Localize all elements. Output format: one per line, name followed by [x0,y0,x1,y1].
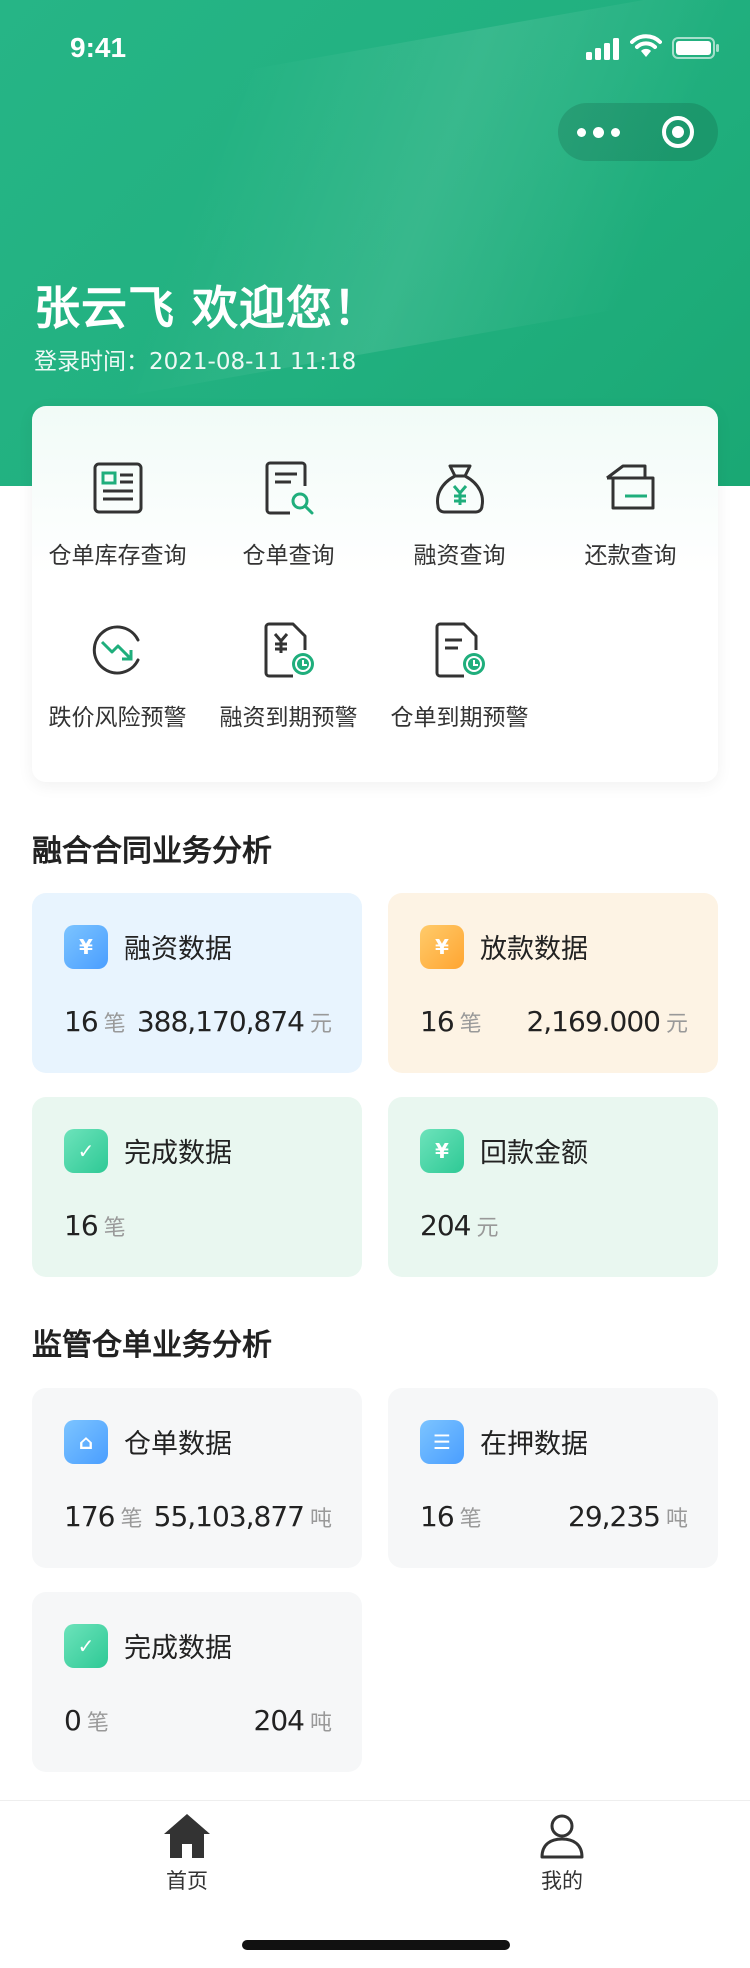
count-unit: 笔 [86,1711,109,1736]
payment-card-icon [605,464,654,510]
card-title: 完成数据 [124,1138,232,1169]
menu-item-label: 仓单查询 [242,543,335,569]
mini-program-capsule [558,103,718,161]
amount-value: 2,169.000 [526,1005,661,1038]
complete-check-icon: ✓ [64,1129,108,1173]
menu-item-price-risk-alert[interactable]: 跌价风险预警 [32,618,203,732]
menu-item-finance-due-alert[interactable]: 融资到期预警 [203,618,374,732]
menu-item-warehouse-inventory[interactable]: 仓单库存查询 [32,456,203,570]
count-value: 16 [420,1005,455,1038]
card-title: 仓单数据 [124,1429,232,1460]
signal-icon [586,38,619,60]
amount-unit: 吨 [309,1711,332,1736]
money-bag-icon [435,464,484,514]
menu-item-receipt-due-alert[interactable]: 仓单到期预警 [374,618,545,732]
stat-card-pledge[interactable]: ☰ 在押数据 16 笔 29,235 吨 [388,1388,718,1568]
finance-data-icon: ¥ [64,925,108,969]
home-icon [164,1814,210,1858]
card-title: 放款数据 [480,934,588,965]
count-value: 16 [64,1209,99,1242]
amount-value: 55,103,877 [153,1500,305,1533]
amount-value: 29,235 [568,1500,661,1533]
amount-unit: 吨 [309,1507,332,1532]
menu-item-repayment-query[interactable]: 还款查询 [545,456,716,570]
status-bar: 9:41 [0,0,750,96]
menu-item-label: 还款查询 [584,543,677,569]
quick-menu-card: 仓单库存查询 仓单查询 融资查询 还款查询 跌价风险预警 融资到期预警 仓单到期… [32,406,718,782]
count-value: 0 [64,1704,82,1737]
count-unit: 笔 [103,1012,126,1037]
menu-item-label: 仓单库存查询 [48,543,187,569]
menu-item-receipt-query[interactable]: 仓单查询 [203,456,374,570]
target-close-icon[interactable] [638,103,718,161]
document-search-icon [265,461,313,515]
document-list-icon [93,462,142,514]
welcome-title: 张云飞 欢迎您！ [34,281,381,335]
stat-card-repayment[interactable]: ¥ 回款金额 204 元 [388,1097,718,1277]
tab-label: 首页 [166,1869,208,1893]
stat-card-loan[interactable]: ¥ 放款数据 16 笔 2,169.000 元 [388,893,718,1073]
storage-box-icon: ☰ [420,1420,464,1464]
count-value: 204 [420,1209,471,1242]
complete-check-icon: ✓ [64,1624,108,1668]
warehouse-icon: ⌂ [64,1420,108,1464]
count-unit: 元 [476,1216,499,1241]
user-icon [540,1814,584,1859]
tab-home[interactable]: 首页 [87,1811,287,1895]
stat-card-complete[interactable]: ✓ 完成数据 16 笔 [32,1097,362,1277]
count-unit: 笔 [459,1507,482,1532]
amount-value: 388,170,874 [136,1005,305,1038]
price-drop-icon [92,625,139,675]
finance-due-icon [264,622,314,678]
stat-card-complete-warehouse[interactable]: ✓ 完成数据 0笔 204 吨 [32,1592,362,1772]
menu-item-label: 融资查询 [413,543,506,569]
card-title: 回款金额 [480,1138,588,1169]
menu-item-finance-query[interactable]: 融资查询 [374,456,545,570]
tab-label: 我的 [541,1869,583,1893]
amount-value: 204 [253,1704,305,1737]
amount-unit: 吨 [665,1507,688,1532]
home-indicator [242,1940,510,1950]
card-title: 完成数据 [124,1633,232,1664]
menu-item-label: 跌价风险预警 [48,705,187,731]
section-title-warehouse: 监管仓单业务分析 [32,1328,272,1363]
count-unit: 笔 [103,1216,126,1241]
count-value: 176 [64,1500,115,1533]
battery-icon [672,37,719,59]
menu-item-label: 融资到期预警 [219,705,358,731]
login-time: 登录时间：2021-08-11 11:18 [34,349,357,375]
tab-mine[interactable]: 我的 [462,1811,662,1895]
more-dots-icon[interactable] [558,103,638,161]
count-value: 16 [420,1500,455,1533]
count-unit: 笔 [120,1507,143,1532]
loan-data-icon: ¥ [420,925,464,969]
receipt-due-icon [435,622,485,678]
menu-item-label: 仓单到期预警 [390,705,529,731]
section-title-contract: 融合合同业务分析 [32,834,272,869]
stat-card-warehouse[interactable]: ⌂ 仓单数据 176 笔 55,103,877 吨 [32,1388,362,1568]
wifi-icon [630,34,662,57]
amount-unit: 元 [665,1012,688,1037]
count-value: 16 [64,1005,99,1038]
repayment-icon: ¥ [420,1129,464,1173]
card-title: 在押数据 [480,1429,588,1460]
stat-card-finance[interactable]: ¥ 融资数据 16 笔 388,170,874 元 [32,893,362,1073]
card-title: 融资数据 [124,934,232,965]
count-unit: 笔 [459,1012,482,1037]
amount-unit: 元 [309,1012,332,1037]
status-time: 9:41 [70,32,127,63]
